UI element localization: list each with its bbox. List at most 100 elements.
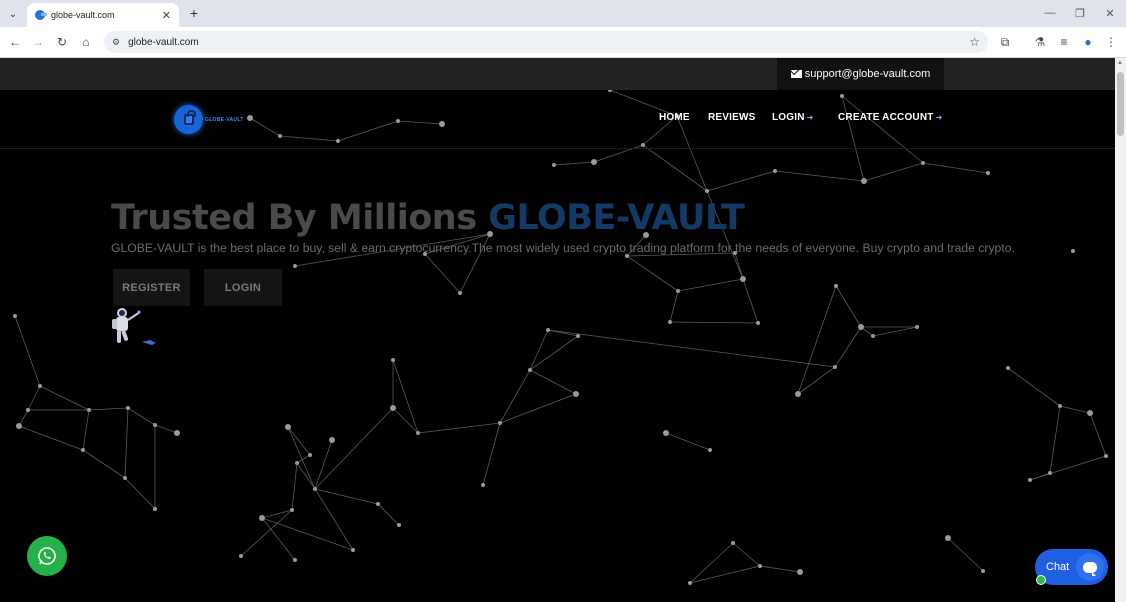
network-node bbox=[391, 358, 395, 362]
extensions-icon[interactable]: ⧉ bbox=[996, 33, 1014, 51]
network-node bbox=[1104, 454, 1108, 458]
network-line bbox=[314, 407, 394, 490]
network-line bbox=[872, 326, 918, 337]
network-node bbox=[458, 291, 462, 295]
network-line bbox=[314, 488, 354, 551]
network-node bbox=[153, 507, 157, 511]
network-line bbox=[291, 462, 298, 511]
network-node bbox=[174, 430, 180, 436]
network-node bbox=[731, 541, 735, 545]
network-node bbox=[239, 554, 243, 558]
network-line bbox=[417, 422, 501, 434]
network-node bbox=[708, 448, 712, 452]
network-node bbox=[552, 163, 556, 167]
support-email-link[interactable]: support@globe-vault.com bbox=[777, 58, 944, 90]
hero-title-prefix: Trusted By Millions bbox=[111, 198, 489, 238]
network-line bbox=[249, 117, 281, 137]
network-line bbox=[82, 449, 126, 479]
network-node bbox=[1087, 410, 1093, 416]
profile-avatar-icon[interactable]: ● bbox=[1079, 33, 1097, 51]
address-bar[interactable]: ⚙ globe-vault.com ☆ bbox=[104, 31, 988, 53]
network-node bbox=[416, 431, 420, 435]
network-line bbox=[689, 565, 761, 584]
network-line bbox=[261, 517, 354, 551]
nav-create-account-label: CREATE ACCOUNT bbox=[838, 112, 934, 123]
network-line bbox=[706, 170, 776, 192]
network-line bbox=[397, 120, 443, 125]
top-contact-bar: support@globe-vault.com bbox=[0, 58, 1115, 90]
network-node bbox=[795, 391, 801, 397]
network-line bbox=[677, 278, 744, 292]
network-line bbox=[553, 161, 595, 166]
network-node bbox=[87, 408, 91, 412]
network-line bbox=[499, 393, 577, 424]
network-node bbox=[126, 406, 130, 410]
login-button[interactable]: LOGIN bbox=[204, 269, 282, 306]
network-line bbox=[88, 407, 129, 411]
media-controls-icon[interactable]: ≡ bbox=[1055, 33, 1073, 51]
labs-icon[interactable]: ⚗ bbox=[1031, 33, 1049, 51]
network-line bbox=[1089, 412, 1107, 457]
new-tab-icon[interactable]: + bbox=[185, 4, 203, 22]
tab-close-icon[interactable]: ✕ bbox=[162, 9, 171, 22]
network-node bbox=[871, 334, 875, 338]
reload-icon[interactable]: ↻ bbox=[53, 33, 71, 51]
network-node bbox=[81, 448, 85, 452]
network-line bbox=[841, 95, 865, 182]
network-node bbox=[740, 276, 746, 282]
network-node bbox=[13, 314, 17, 318]
network-line bbox=[124, 477, 156, 510]
network-line bbox=[296, 462, 316, 490]
tab-search-icon[interactable]: ⌄ bbox=[4, 5, 22, 23]
back-icon[interactable]: ← bbox=[6, 33, 24, 51]
network-line bbox=[14, 315, 41, 387]
network-node bbox=[1071, 249, 1075, 253]
network-line bbox=[669, 321, 759, 324]
site-info-icon[interactable]: ⚙ bbox=[112, 37, 120, 48]
scroll-up-icon[interactable]: ▲ bbox=[1117, 60, 1123, 66]
network-line bbox=[499, 369, 531, 424]
close-window-icon[interactable]: ✕ bbox=[1095, 4, 1125, 22]
network-line bbox=[39, 385, 90, 411]
network-node bbox=[16, 423, 22, 429]
network-line bbox=[392, 359, 419, 434]
nav-login[interactable]: LOGIN ➜ bbox=[772, 112, 814, 123]
network-line bbox=[127, 407, 156, 426]
more-menu-icon[interactable]: ⋮ bbox=[1102, 33, 1120, 51]
hero-title: Trusted By Millions GLOBE-VAULT bbox=[111, 198, 745, 238]
url-text[interactable]: globe-vault.com bbox=[128, 37, 969, 48]
network-line bbox=[529, 335, 579, 371]
bookmark-star-icon[interactable]: ☆ bbox=[969, 35, 980, 49]
site-logo[interactable]: GLOBE-VAULT bbox=[174, 105, 244, 134]
network-node bbox=[1058, 404, 1062, 408]
nav-reviews[interactable]: REVIEWS bbox=[708, 112, 756, 123]
network-node bbox=[528, 368, 532, 372]
network-node bbox=[981, 569, 985, 573]
register-button[interactable]: REGISTER bbox=[113, 269, 190, 306]
network-node bbox=[293, 264, 297, 268]
nav-login-label: LOGIN bbox=[772, 112, 805, 123]
nav-home[interactable]: HOME bbox=[659, 112, 690, 123]
network-node bbox=[329, 437, 335, 443]
astronaut-illustration-icon bbox=[112, 308, 156, 345]
minimize-icon[interactable]: — bbox=[1035, 4, 1065, 22]
nav-home-label: HOME bbox=[659, 112, 690, 123]
scrollbar-thumb[interactable] bbox=[1117, 72, 1124, 136]
nav-create-account[interactable]: CREATE ACCOUNT ➜ bbox=[838, 112, 942, 123]
network-line bbox=[841, 95, 924, 164]
network-line bbox=[689, 542, 734, 584]
network-line bbox=[377, 503, 400, 526]
browser-tab[interactable]: globe-vault.com ✕ bbox=[27, 3, 179, 27]
page-scrollbar[interactable]: ▲ bbox=[1115, 58, 1126, 602]
home-icon[interactable]: ⌂ bbox=[77, 33, 95, 51]
network-line bbox=[287, 426, 316, 490]
forward-icon[interactable]: → bbox=[29, 33, 47, 51]
nav-reviews-label: REVIEWS bbox=[708, 112, 756, 123]
network-node bbox=[153, 423, 157, 427]
network-line bbox=[774, 170, 865, 182]
network-line bbox=[547, 329, 836, 368]
network-line bbox=[529, 369, 577, 395]
whatsapp-button[interactable] bbox=[27, 536, 67, 576]
network-line bbox=[797, 366, 836, 395]
restore-icon[interactable]: ❐ bbox=[1065, 4, 1095, 22]
